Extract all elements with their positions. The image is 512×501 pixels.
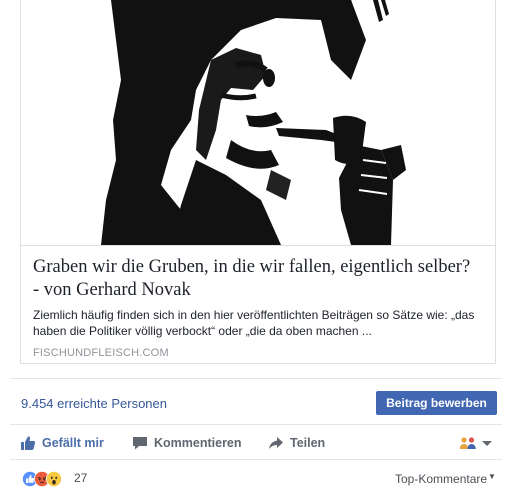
reaction-icons[interactable] <box>22 471 72 487</box>
sort-caret-icon: ▼ <box>488 472 496 481</box>
comment-button[interactable]: Kommentieren <box>132 433 242 453</box>
divider <box>10 424 502 425</box>
link-description: Ziemlich häufig finden sich in den hier … <box>33 308 475 338</box>
link-title[interactable]: Graben wir die Gruben, in die wir fallen… <box>33 256 473 302</box>
chevron-down-icon <box>482 441 492 446</box>
preview-image[interactable] <box>21 0 495 246</box>
wow-reaction-icon <box>46 471 62 487</box>
boost-post-button[interactable]: Beitrag bewerben <box>376 391 497 415</box>
comment-sort-dropdown[interactable]: Top-Kommentare▼ <box>395 472 496 486</box>
share-arrow-icon <box>268 435 284 451</box>
comment-label: Kommentieren <box>154 436 242 450</box>
feed-post: Graben wir die Gruben, in die wir fallen… <box>0 0 512 501</box>
like-button[interactable]: Gefällt mir <box>20 433 104 453</box>
link-domain: FISCHUNDFLEISCH.COM <box>33 347 169 359</box>
divider <box>10 378 502 379</box>
like-label: Gefällt mir <box>42 436 104 450</box>
reaction-count[interactable]: 27 <box>74 471 87 485</box>
share-button[interactable]: Teilen <box>268 433 325 453</box>
audience-selector[interactable] <box>459 434 493 452</box>
thumbs-up-icon <box>20 435 36 451</box>
comment-sort-label: Top-Kommentare <box>395 472 488 486</box>
friends-icon <box>459 437 476 449</box>
man-smoking-pipe-illustration <box>101 0 406 245</box>
speech-bubble-icon <box>132 435 148 451</box>
reach-count-link[interactable]: 9.454 erreichte Personen <box>21 396 167 411</box>
share-label: Teilen <box>290 436 326 450</box>
link-preview-card[interactable]: Graben wir die Gruben, in die wir fallen… <box>20 0 496 364</box>
